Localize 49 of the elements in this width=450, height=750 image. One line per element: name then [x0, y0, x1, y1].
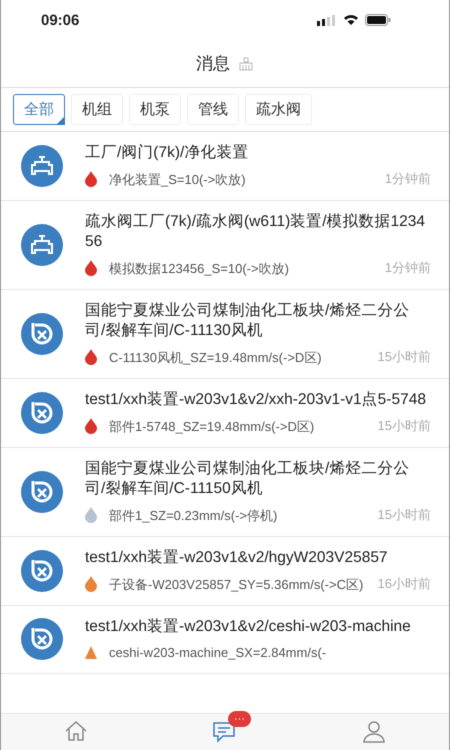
alarm-detail: 部件1-5748_SZ=19.48mm/s(->D区) — [109, 418, 316, 434]
alarm-detail: 净化装置_S=10(->吹放) — [109, 170, 247, 188]
alarm-detail: C-11130风机_SZ=19.48mm/s(->D区) — [109, 348, 323, 366]
message-time: 15小时前 — [378, 348, 431, 366]
message-row[interactable]: 国能宁夏煤业公司煤制油化工板块/烯烃二分公司/裂解车间/C-11130风机 C-11130风机_SZ=19.48mm/s(->D区) 15小时前 — [1, 290, 449, 379]
filter-tab[interactable]: 机泵 — [129, 94, 181, 125]
fan-icon — [21, 392, 63, 434]
nav-tab[interactable] — [361, 719, 388, 745]
message-title: test1/xxh装置-w203v1&v2/hgyW203V25857 — [85, 548, 389, 568]
message-row[interactable]: test1/xxh装置-w203v1&v2/hgyW203V25857 子设备-W203V25857_SY=5.36mm/s(->C区) 16小时前 — [1, 537, 449, 606]
message-time: 1分钟前 — [384, 259, 431, 277]
message-time: 15小时前 — [378, 417, 431, 435]
message-time: 15小时前 — [378, 506, 431, 524]
message-row[interactable]: 国能宁夏煤业公司煤制油化工板块/烯烃二分公司/裂解车间/C-11150风机 部件1_SZ=0.23mm/s(->停机) 15小时前 — [1, 448, 449, 537]
message-title: 工厂/阀门(7k)/净化装置 — [85, 143, 250, 163]
valve-icon — [21, 144, 63, 186]
fan-icon — [21, 550, 63, 592]
message-row[interactable]: 疏水阀工厂(7k)/疏水阀(w611)装置/模拟数据123456 模拟数据123456_S=10(->吹放) 1分钟前 — [1, 201, 449, 290]
signal-icon — [317, 14, 337, 26]
page-title: 消息 — [196, 53, 230, 75]
fan-icon — [21, 618, 63, 660]
message-time: 16小时前 — [378, 575, 431, 593]
valve-icon — [21, 224, 63, 266]
alarm-detail: 子设备-W203V25857_SY=5.36mm/s(->C区) — [109, 576, 364, 592]
fan-icon — [21, 470, 63, 512]
message-title: test1/xxh装置-w203v1&v2/xxh-203v1-v1点5-5748 — [85, 390, 427, 410]
clock-time: 09:06 — [41, 12, 80, 28]
message-row[interactable]: test1/xxh装置-w203v1&v2/ceshi-w203-machine ceshi-w203-machine_SX=2.84mm/s(- — [1, 606, 449, 674]
alarm-detail: ceshi-w203-machine_SX=2.84mm/s(- — [109, 644, 328, 661]
broom-icon[interactable] — [238, 56, 254, 70]
message-title: 国能宁夏煤业公司煤制油化工板块/烯烃二分公司/裂解车间/C-11130风机 — [85, 301, 410, 341]
unread-badge: ··· — [228, 711, 251, 727]
filter-tab[interactable]: 全部 — [13, 94, 65, 125]
battery-icon — [365, 14, 391, 26]
filter-tab[interactable]: 疏水阀 — [245, 94, 312, 125]
person-icon — [361, 719, 388, 745]
alarm-detail: 模拟数据123456_S=10(->吹放) — [109, 260, 290, 276]
fan-icon — [21, 312, 63, 354]
message-title: 国能宁夏煤业公司煤制油化工板块/烯烃二分公司/裂解车间/C-11150风机 — [85, 459, 410, 499]
alarm-detail: 部件1_SZ=0.23mm/s(->停机) — [109, 506, 278, 524]
message-title: test1/xxh装置-w203v1&v2/ceshi-w203-machine — [85, 617, 412, 637]
message-row[interactable]: test1/xxh装置-w203v1&v2/xxh-203v1-v1点5-5748 部件1-5748_SZ=19.48mm/s(->D区) 15小时前 — [1, 379, 449, 448]
wifi-icon — [343, 14, 359, 26]
message-row[interactable]: 工厂/阀门(7k)/净化装置 净化装置_S=10(->吹放) 1分钟前 — [1, 132, 449, 201]
filter-tab[interactable]: 机组 — [71, 94, 123, 125]
corner-mark-icon — [56, 116, 65, 125]
message-title: 疏水阀工厂(7k)/疏水阀(w611)装置/模拟数据123456 — [85, 212, 426, 252]
filter-tab[interactable]: 管线 — [187, 94, 239, 125]
message-time: 1分钟前 — [384, 170, 431, 188]
